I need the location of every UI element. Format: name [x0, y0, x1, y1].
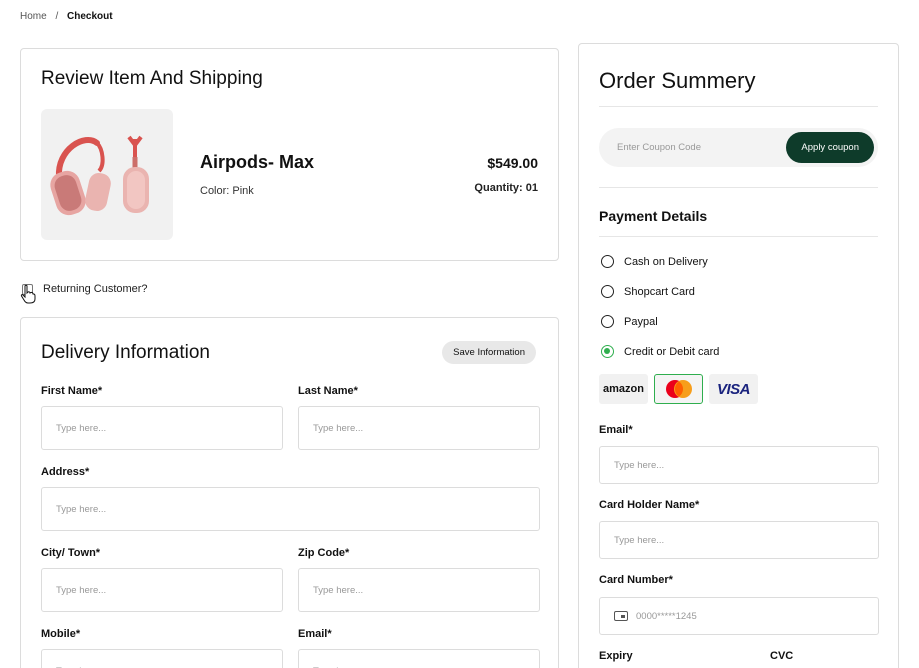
product-price: $549.00 [487, 155, 538, 171]
payment-details-title: Payment Details [599, 208, 708, 224]
summary-email-label: Email* [599, 424, 633, 436]
visa-logo: VISA [716, 380, 751, 398]
headphones-image [50, 135, 149, 216]
apply-coupon-button[interactable]: Apply coupon [786, 132, 874, 163]
breadcrumb: Home / Checkout [20, 11, 113, 22]
coupon-input[interactable]: Enter Coupon Code [617, 142, 701, 153]
mobile-input[interactable]: Type here... [41, 649, 283, 668]
breadcrumb-current: Checkout [67, 11, 113, 22]
divider [599, 187, 878, 188]
delivery-information-card: Delivery Information Save Information Fi… [20, 317, 559, 668]
card-number-label: Card Number* [599, 574, 673, 586]
email-input[interactable]: Type here... [298, 649, 540, 668]
mobile-label: Mobile* [41, 628, 81, 640]
address-input[interactable]: Type here... [41, 487, 540, 531]
last-name-label: Last Name* [298, 385, 358, 397]
payment-option-label: Cash on Delivery [624, 255, 708, 268]
mastercard-logo-icon [665, 380, 692, 398]
payment-option-paypal[interactable]: Paypal [601, 315, 658, 328]
review-item-card: Review Item And Shipping Airpods- Max Co… [20, 48, 559, 261]
divider [599, 106, 878, 107]
visa-option[interactable]: VISA [709, 374, 758, 404]
card-holder-label: Card Holder Name* [599, 499, 700, 511]
breadcrumb-home[interactable]: Home [20, 11, 47, 22]
city-input[interactable]: Type here... [41, 568, 283, 612]
product-image [41, 109, 173, 240]
hand-cursor-icon [20, 284, 36, 304]
expiry-label: Expiry [599, 650, 633, 662]
mastercard-option[interactable] [654, 374, 703, 404]
radio-button[interactable] [601, 255, 614, 268]
payment-option-label: Paypal [624, 315, 658, 328]
last-name-input[interactable]: Type here... [298, 406, 540, 450]
radio-button-selected[interactable] [601, 345, 614, 358]
coupon-field[interactable]: Enter Coupon Code Apply coupon [599, 128, 878, 167]
breadcrumb-separator: / [55, 11, 59, 22]
product-quantity: Quantity: 01 [474, 182, 538, 194]
returning-customer-label: Returning Customer? [43, 283, 148, 295]
returning-customer-row[interactable]: Returning Customer? [22, 283, 148, 295]
payment-option-cash-on-delivery[interactable]: Cash on Delivery [601, 255, 708, 268]
zip-code-input[interactable]: Type here... [298, 568, 540, 612]
first-name-input[interactable]: Type here... [41, 406, 283, 450]
order-summary-title: Order Summery [599, 68, 756, 93]
first-name-label: First Name* [41, 385, 103, 397]
divider [599, 236, 878, 237]
product-color: Color: Pink [200, 185, 254, 197]
radio-button[interactable] [601, 285, 614, 298]
save-information-button[interactable]: Save Information [442, 341, 536, 364]
card-number-value: 0000*****1245 [636, 610, 697, 622]
payment-option-label: Credit or Debit card [624, 345, 720, 358]
city-label: City/ Town* [41, 547, 101, 559]
amazon-logo: amazon [603, 383, 644, 395]
amazon-pay-option[interactable]: amazon [599, 374, 648, 404]
card-number-input[interactable]: 0000*****1245 [599, 597, 879, 635]
summary-email-input[interactable]: Type here... [599, 446, 879, 484]
payment-option-shopcart-card[interactable]: Shopcart Card [601, 285, 695, 298]
address-label: Address* [41, 466, 90, 478]
card-icon [614, 611, 628, 621]
delivery-title: Delivery Information [41, 342, 210, 363]
product-name: Airpods- Max [200, 152, 315, 172]
review-title: Review Item And Shipping [41, 68, 263, 89]
zip-code-label: Zip Code* [298, 547, 350, 559]
payment-option-label: Shopcart Card [624, 285, 695, 298]
order-summary-card: Order Summery Enter Coupon Code Apply co… [578, 43, 899, 668]
email-label: Email* [298, 628, 332, 640]
card-logos: amazon VISA [599, 374, 758, 404]
cvc-label: CVC [770, 650, 794, 662]
payment-option-credit-debit-card[interactable]: Credit or Debit card [601, 345, 719, 358]
radio-button[interactable] [601, 315, 614, 328]
card-holder-input[interactable]: Type here... [599, 521, 879, 559]
